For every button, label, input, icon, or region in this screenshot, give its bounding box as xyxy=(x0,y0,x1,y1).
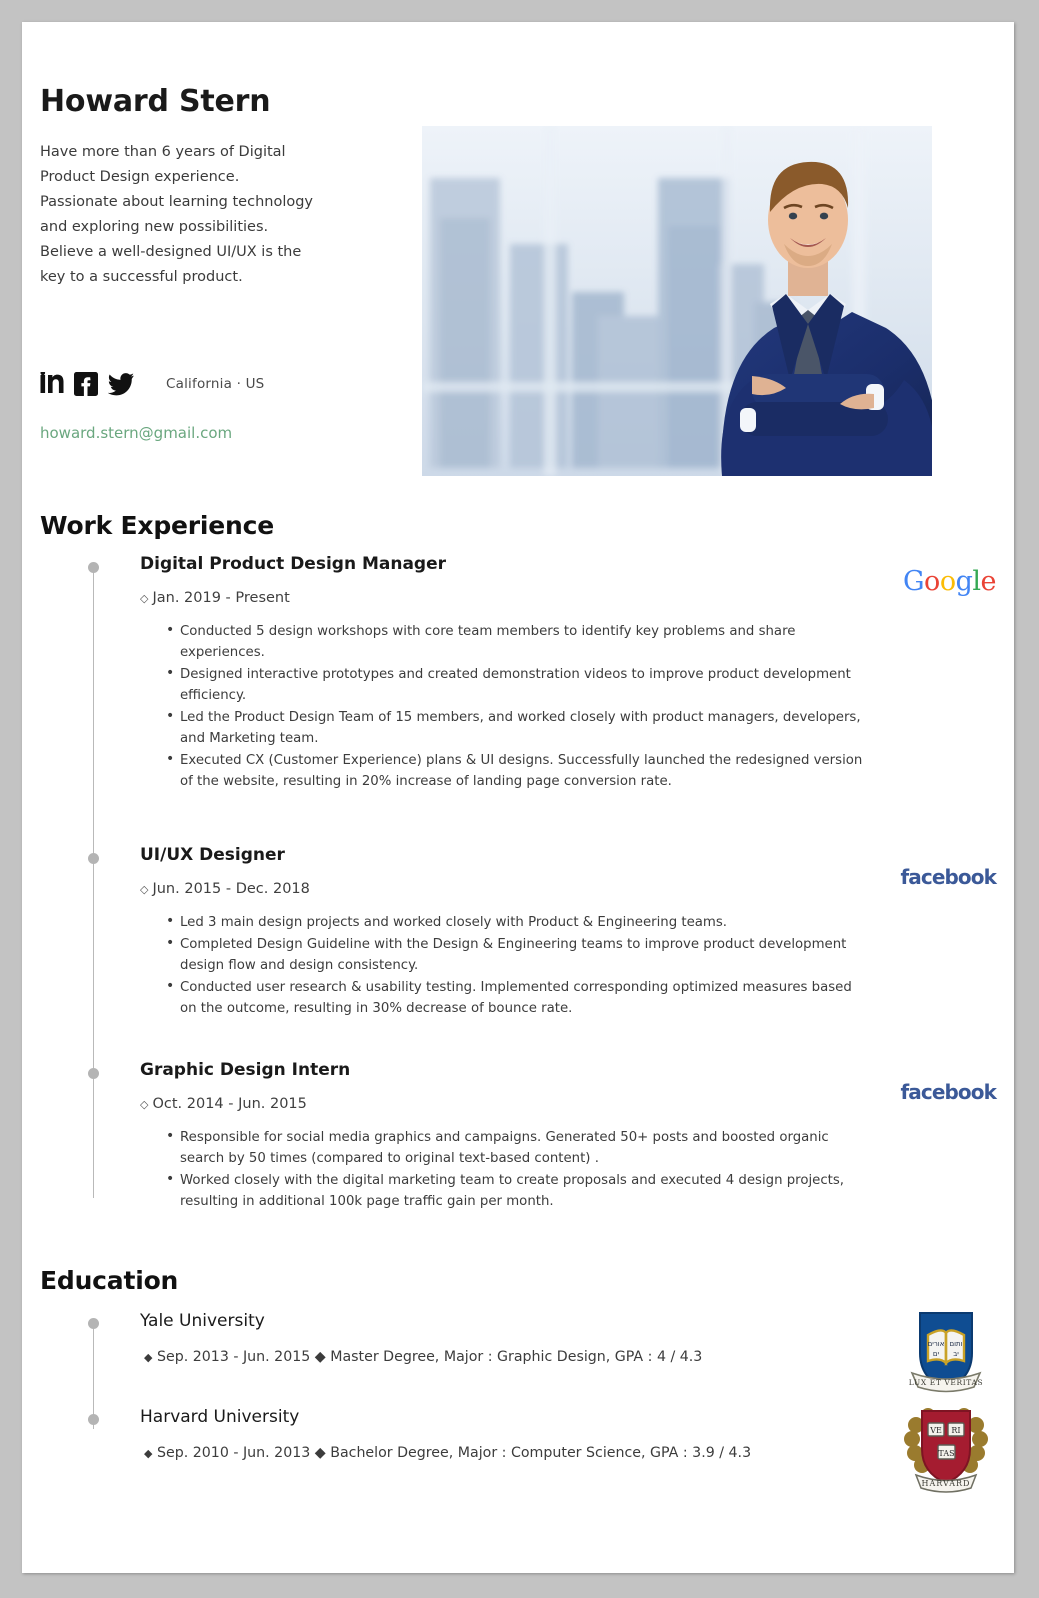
svg-text:RI: RI xyxy=(951,1426,960,1435)
facebook-icon[interactable] xyxy=(74,372,98,396)
filled-diamond-icon: ◆ xyxy=(144,1447,153,1460)
education-detail: ◆ Sep. 2013 - Jun. 2015 ◆ Master Degree,… xyxy=(144,1349,703,1365)
profile-photo xyxy=(422,126,932,476)
list-item: Completed Design Guideline with the Desi… xyxy=(166,933,866,976)
email-link[interactable]: howard.stern@gmail.com xyxy=(40,424,232,442)
job-date: ◇ Jan. 2019 - Present xyxy=(140,590,290,606)
job-bullets: Responsible for social media graphics an… xyxy=(140,1126,996,1212)
education-detail: ◆ Sep. 2010 - Jun. 2013 ◆ Bachelor Degre… xyxy=(144,1445,752,1461)
svg-text:TAS: TAS xyxy=(938,1449,954,1458)
filled-diamond-icon: ◆ xyxy=(144,1351,153,1364)
job-date: ◇ Oct. 2014 - Jun. 2015 xyxy=(140,1096,307,1112)
twitter-icon[interactable] xyxy=(108,372,134,396)
summary-line: Product Design experience. xyxy=(40,169,240,185)
job-bullets: Conducted 5 design workshops with core t… xyxy=(140,620,996,792)
social-links: California · US xyxy=(40,372,264,396)
job-title: Graphic Design Intern xyxy=(140,1060,351,1080)
job-bullets: Led 3 main design projects and worked cl… xyxy=(140,911,996,1019)
svg-text:HARVARD: HARVARD xyxy=(922,1479,971,1488)
school-name: Harvard University xyxy=(140,1407,300,1427)
svg-text:ותום: ותום xyxy=(949,1340,962,1348)
list-item: Executed CX (Customer Experience) plans … xyxy=(166,749,866,792)
summary-line: and exploring new possibilities. xyxy=(40,219,269,235)
education-heading: Education xyxy=(40,1266,179,1295)
education-timeline: Yale University ◆ Sep. 2013 - Jun. 2015 … xyxy=(40,1311,996,1493)
list-item: Led 3 main design projects and worked cl… xyxy=(166,911,866,933)
list-item: Designed interactive prototypes and crea… xyxy=(166,663,866,706)
job-title: Digital Product Design Manager xyxy=(140,554,447,574)
list-item: Worked closely with the digital marketin… xyxy=(166,1169,866,1212)
education-item: Yale University ◆ Sep. 2013 - Jun. 2015 … xyxy=(88,1311,996,1407)
work-timeline: Digital Product Design Manager ◇ Jan. 201… xyxy=(40,554,997,1212)
summary-line: Believe a well-designed UI/UX is the xyxy=(40,244,302,260)
linkedin-icon[interactable] xyxy=(40,372,64,396)
diamond-icon: ◇ xyxy=(140,1098,149,1111)
list-item: Led the Product Design Team of 15 member… xyxy=(166,706,866,749)
harvard-crest-icon: VE RI TAS HARVARD xyxy=(898,1393,994,1493)
work-experience-heading: Work Experience xyxy=(40,511,274,540)
svg-text:יב: יב xyxy=(953,1350,959,1358)
diamond-icon: ◇ xyxy=(140,592,149,605)
school-name: Yale University xyxy=(140,1311,265,1331)
svg-text:VE: VE xyxy=(929,1426,942,1435)
resume-header: Howard Stern Have more than 6 years of D… xyxy=(40,84,996,476)
diamond-icon: ◇ xyxy=(140,883,149,896)
list-item: Responsible for social media graphics an… xyxy=(166,1126,866,1169)
facebook-logo: facebook xyxy=(900,1080,996,1104)
work-item: UI/UX Designer ◇Jun. 2015 - Dec. 2018 Le… xyxy=(88,845,997,1060)
profile-summary: Have more than 6 years of Digital Produc… xyxy=(40,140,370,290)
facebook-logo: facebook xyxy=(900,865,996,889)
summary-line: key to a successful product. xyxy=(40,269,243,285)
google-logo: Google xyxy=(902,566,997,597)
job-date: ◇ Jun. 2015 - Dec. 2018 xyxy=(140,881,310,897)
location-text: California · US xyxy=(166,376,265,392)
svg-text:ים: ים xyxy=(933,1350,940,1358)
page-title: Howard Stern xyxy=(40,84,271,119)
job-title: UI/UX Designer xyxy=(140,845,285,865)
work-item: Digital Product Design Manager ◇ Jan. 201… xyxy=(88,554,997,845)
summary-line: Have more than 6 years of Digital xyxy=(40,144,286,160)
list-item: Conducted 5 design workshops with core t… xyxy=(166,620,866,663)
summary-line: Passionate about learning technology xyxy=(40,194,314,210)
education-item: Harvard University ◆ Sep. 2010 - Jun. 20… xyxy=(88,1407,996,1493)
work-item: Graphic Design Intern ◇ Oct. 2014 - Jun. … xyxy=(88,1060,997,1212)
svg-text:LUX ET VERITAS: LUX ET VERITAS xyxy=(909,1378,984,1387)
yale-crest-icon: אורים ותום ים יב LUX ET VERITAS xyxy=(898,1299,994,1395)
list-item: Conducted user research & usability test… xyxy=(166,976,866,1019)
resume-page: Howard Stern Have more than 6 years of D… xyxy=(22,22,1014,1573)
svg-text:אורים: אורים xyxy=(928,1340,945,1348)
